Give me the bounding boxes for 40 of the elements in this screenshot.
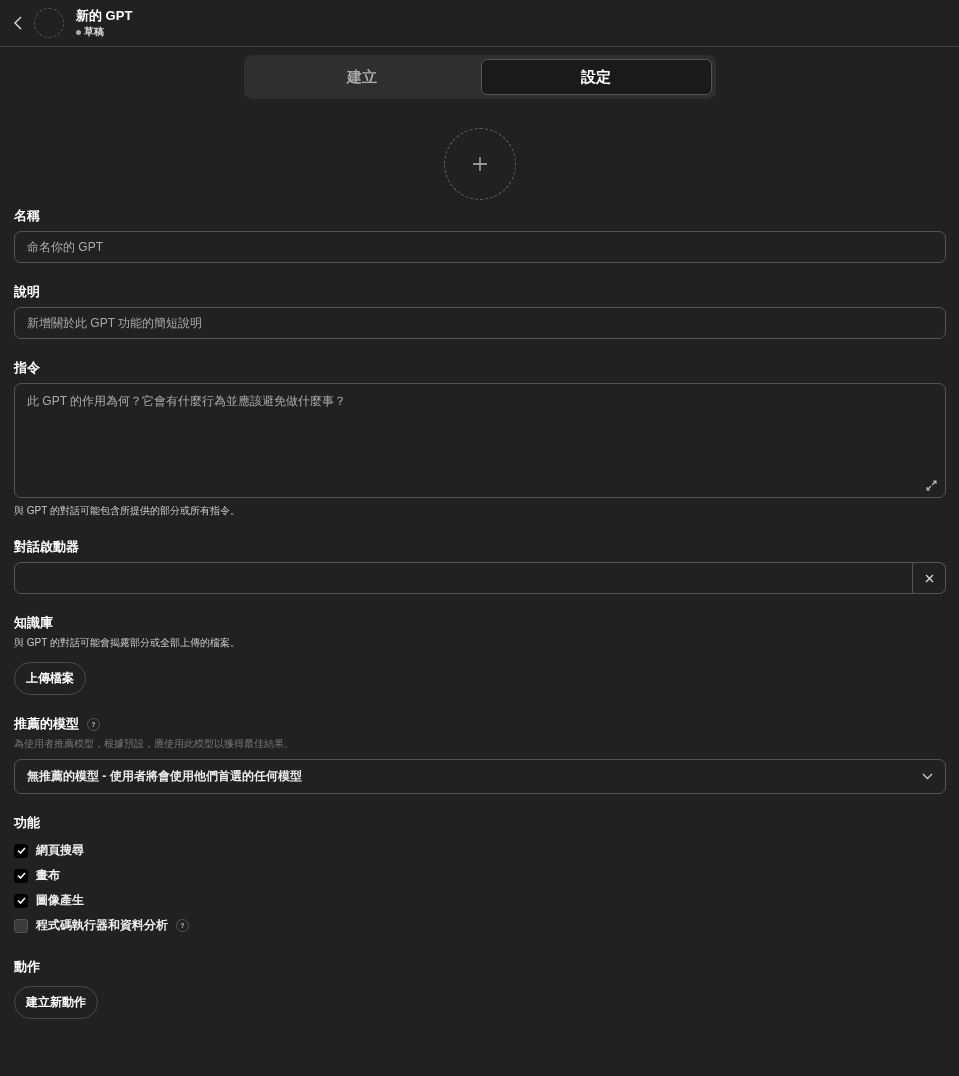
field-label: 名稱 [14, 207, 40, 225]
checkbox[interactable] [14, 918, 28, 933]
helper-text: 與 GPT 的對話可能會揭露部分或全部上傳的檔案。 [14, 636, 241, 650]
field-label: 指令 [14, 359, 40, 377]
field-label: 推薦的模型 [14, 715, 79, 733]
checkbox-label: 圖像產生 [36, 892, 84, 909]
helper-text: 為使用者推薦模型，根據預設，應使用此模型以獲得最佳結果。 [14, 737, 295, 751]
checkbox-label: 畫布 [36, 867, 60, 884]
description-field[interactable]: 新增關於此 GPT 功能的簡短說明 [14, 307, 946, 339]
instructions-field[interactable]: 此 GPT 的作用為何？它會有什麼行為並應該避免做什麼事？ [14, 383, 946, 498]
close-icon [924, 573, 934, 583]
tab[interactable]: 建立 [247, 59, 477, 95]
chevron-down-icon [922, 773, 933, 780]
status-label: 草稿 [84, 25, 104, 39]
field-label: 說明 [14, 283, 40, 301]
checkbox-label: 程式碼執行器和資料分析 [36, 917, 168, 934]
plus-icon [473, 157, 487, 171]
check-icon [16, 897, 26, 904]
name-field[interactable]: 命名你的 GPT [14, 231, 946, 263]
expand-icon[interactable] [926, 480, 937, 491]
field-label: 動作 [14, 958, 40, 976]
gpt-title: 新的 GPT [76, 7, 133, 25]
checkbox-label: 網頁搜尋 [36, 842, 84, 859]
tab[interactable]: 設定 [480, 59, 712, 95]
field-label: 知識庫 [14, 614, 53, 632]
checkbox[interactable] [14, 843, 28, 858]
status-dot [76, 29, 81, 35]
field-label: 對話啟動器 [14, 538, 79, 556]
helper-text: 與 GPT 的對話可能包含所提供的部分或所有指令。 [14, 504, 241, 518]
chevron-left-icon [14, 16, 22, 30]
check-icon [16, 872, 26, 879]
clear-button[interactable] [913, 562, 946, 594]
back-button[interactable] [12, 14, 24, 32]
checkbox[interactable] [14, 893, 28, 908]
checkbox[interactable] [14, 868, 28, 883]
field-label: 功能 [14, 814, 40, 832]
conversation-starter-field[interactable] [14, 562, 913, 594]
check-icon [16, 847, 26, 854]
dropdown-value: 無推薦的模型 - 使用者將會使用他們首選的任何模型 [27, 768, 302, 785]
model-dropdown[interactable]: 無推薦的模型 - 使用者將會使用他們首選的任何模型 [14, 759, 946, 794]
